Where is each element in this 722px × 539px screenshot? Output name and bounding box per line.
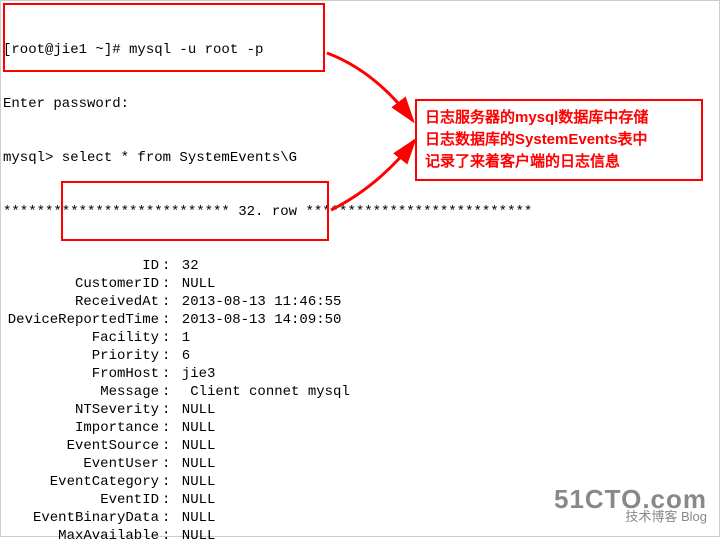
field-sep: : <box>159 383 173 401</box>
field-value: NULL <box>173 473 215 491</box>
field-sep: : <box>159 455 173 473</box>
field-label: NTSeverity <box>3 401 159 419</box>
watermark-logo: 51CTO.com <box>554 490 707 508</box>
field-sep: : <box>159 365 173 383</box>
field-row: EventSource: NULL <box>3 437 717 455</box>
field-label: Facility <box>3 329 159 347</box>
field-label: EventUser <box>3 455 159 473</box>
field-sep: : <box>159 419 173 437</box>
field-label: EventCategory <box>3 473 159 491</box>
field-value: NULL <box>173 491 215 509</box>
field-value: Client connet mysql <box>173 383 349 401</box>
field-sep: : <box>159 347 173 365</box>
field-row: DeviceReportedTime: 2013-08-13 14:09:50 <box>3 311 717 329</box>
field-row: MaxAvailable: NULL <box>3 527 717 539</box>
field-value: NULL <box>173 509 215 527</box>
field-row: NTSeverity: NULL <box>3 401 717 419</box>
field-label: FromHost <box>3 365 159 383</box>
field-label: Importance <box>3 419 159 437</box>
callout-line: 日志服务器的mysql数据库中存储 <box>425 107 693 129</box>
row-separator: *************************** 32. row ****… <box>3 203 717 221</box>
annotation-callout: 日志服务器的mysql数据库中存储 日志数据库的SystemEvents表中 记… <box>415 99 703 181</box>
field-sep: : <box>159 491 173 509</box>
field-label: CustomerID <box>3 275 159 293</box>
field-sep: : <box>159 473 173 491</box>
terminal-output: [root@jie1 ~]# mysql -u root -p Enter pa… <box>1 1 719 539</box>
field-row: FromHost: jie3 <box>3 365 717 383</box>
field-label: MaxAvailable <box>3 527 159 539</box>
field-label: EventID <box>3 491 159 509</box>
field-label: Message <box>3 383 159 401</box>
field-sep: : <box>159 527 173 539</box>
field-label: Priority <box>3 347 159 365</box>
field-value: 32 <box>173 257 198 275</box>
field-value: jie3 <box>173 365 215 383</box>
field-value: 6 <box>173 347 190 365</box>
field-value: NULL <box>173 401 215 419</box>
field-label: EventSource <box>3 437 159 455</box>
field-value: 2013-08-13 14:09:50 <box>173 311 341 329</box>
field-label: ID <box>3 257 159 275</box>
field-sep: : <box>159 275 173 293</box>
field-sep: : <box>159 329 173 347</box>
field-row: EventUser: NULL <box>3 455 717 473</box>
field-sep: : <box>159 437 173 455</box>
field-row: ReceivedAt: 2013-08-13 11:46:55 <box>3 293 717 311</box>
callout-line: 日志数据库的SystemEvents表中 <box>425 129 693 151</box>
field-sep: : <box>159 293 173 311</box>
field-sep: : <box>159 257 173 275</box>
field-sep: : <box>159 311 173 329</box>
field-row: CustomerID: NULL <box>3 275 717 293</box>
field-sep: : <box>159 401 173 419</box>
field-value: NULL <box>173 275 215 293</box>
field-label: ReceivedAt <box>3 293 159 311</box>
field-value: NULL <box>173 527 215 539</box>
field-value: NULL <box>173 419 215 437</box>
field-value: NULL <box>173 437 215 455</box>
field-row: Message: Client connet mysql <box>3 383 717 401</box>
field-row: Importance: NULL <box>3 419 717 437</box>
field-sep: : <box>159 509 173 527</box>
field-value: 1 <box>173 329 190 347</box>
field-row: ID: 32 <box>3 257 717 275</box>
field-label: EventBinaryData <box>3 509 159 527</box>
callout-line: 记录了来着客户端的日志信息 <box>425 151 693 173</box>
field-value: NULL <box>173 455 215 473</box>
field-row: Priority: 6 <box>3 347 717 365</box>
field-value: 2013-08-13 11:46:55 <box>173 293 341 311</box>
field-label: DeviceReportedTime <box>3 311 159 329</box>
prompt-line: [root@jie1 ~]# mysql -u root -p <box>3 41 717 59</box>
field-row: Facility: 1 <box>3 329 717 347</box>
watermark: 51CTO.com 技术博客 Blog <box>554 490 707 526</box>
